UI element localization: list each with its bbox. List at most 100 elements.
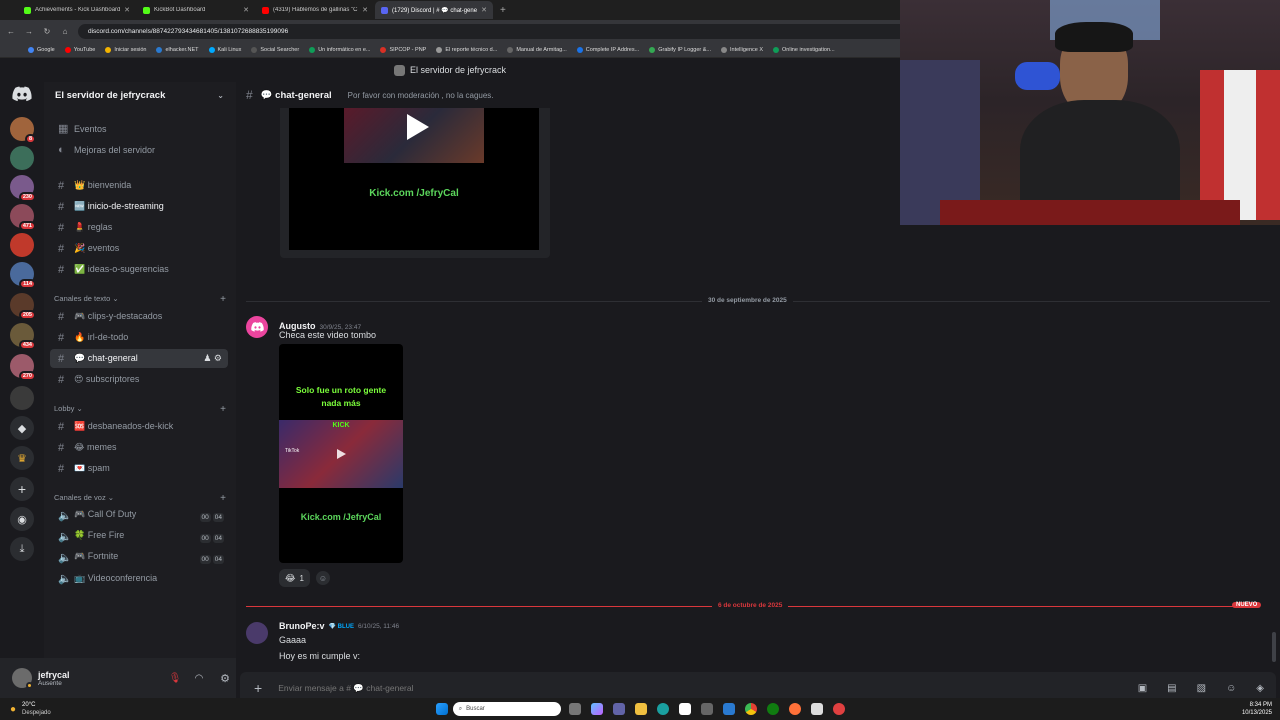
category-text-channels[interactable]: Canales de texto ⌄ + bbox=[54, 294, 226, 305]
teams-icon[interactable] bbox=[612, 703, 625, 715]
bookmark-item[interactable]: YouTube bbox=[64, 46, 95, 53]
bookmark-item[interactable]: Un informático en e... bbox=[309, 46, 370, 53]
bookmark-item[interactable]: Social Searcher bbox=[251, 46, 299, 53]
mic-muted-icon[interactable]: 🎙 bbox=[166, 673, 184, 684]
close-icon[interactable]: ✕ bbox=[243, 6, 249, 14]
bookmark-item[interactable]: Iniciar sesión bbox=[105, 46, 146, 53]
close-icon[interactable]: ✕ bbox=[362, 6, 368, 14]
browser-tab[interactable]: Achievements - Kick Dashboard ✕ bbox=[18, 1, 136, 19]
store-icon[interactable] bbox=[678, 703, 691, 715]
app-icon[interactable] bbox=[810, 703, 823, 715]
server-diamond-icon[interactable]: ◆ bbox=[10, 416, 34, 440]
gear-icon[interactable]: ⚙ bbox=[214, 353, 222, 363]
server-avatar[interactable]: 205 bbox=[10, 293, 36, 320]
add-channel-icon[interactable]: + bbox=[220, 493, 226, 504]
file-explorer-icon[interactable] bbox=[634, 703, 647, 715]
channel-subscriptores[interactable]: # 😍 subscriptores bbox=[50, 370, 228, 389]
bookmark-item[interactable]: Grabify IP Logger &... bbox=[649, 46, 711, 53]
add-reaction-icon[interactable]: ☺ bbox=[316, 571, 330, 585]
channel-spam[interactable]: # 💌 spam bbox=[50, 459, 228, 478]
vscode-icon[interactable] bbox=[722, 703, 735, 715]
add-channel-icon[interactable]: + bbox=[220, 404, 226, 415]
close-icon[interactable]: ✕ bbox=[124, 6, 130, 14]
server-avatar[interactable]: 434 bbox=[10, 323, 36, 350]
bookmark-item[interactable]: Kali Linux bbox=[208, 46, 241, 53]
browser-tab-active[interactable]: (1729) Discord | # 💬 chat-gene ✕ bbox=[375, 1, 493, 19]
edge-icon[interactable] bbox=[656, 703, 669, 715]
message-author[interactable]: BrunoPe:v bbox=[279, 621, 325, 631]
task-view-icon[interactable] bbox=[568, 703, 581, 715]
bookmark-item[interactable]: Google bbox=[28, 46, 55, 53]
bookmark-item[interactable]: elhacker.NET bbox=[156, 46, 199, 53]
gift-icon[interactable]: ▣ bbox=[1138, 683, 1147, 694]
server-avatar[interactable] bbox=[10, 146, 34, 170]
server-header[interactable]: El servidor de jefrycrack ⌄ bbox=[44, 82, 236, 108]
taskbar-search[interactable]: ⌕ Buscar bbox=[452, 702, 561, 716]
channel-desbaneados-de-kick[interactable]: # 🆘 desbaneados-de-kick bbox=[50, 417, 228, 436]
gear-icon[interactable]: ⚙ bbox=[214, 672, 236, 685]
server-avatar[interactable] bbox=[10, 386, 34, 410]
channel-clips-y-destacados[interactable]: # 🎮 clips-y-destacados bbox=[50, 307, 228, 326]
headphones-icon[interactable]: ◠ bbox=[190, 673, 208, 684]
gif-icon[interactable]: ▤ bbox=[1167, 683, 1176, 694]
url-field[interactable]: discord.com/channels/887422793434681405/… bbox=[78, 23, 958, 39]
add-member-icon[interactable]: ♟ bbox=[203, 353, 211, 363]
channel-irl-de-todo[interactable]: # 🔥 irl-de-todo bbox=[50, 328, 228, 347]
avatar[interactable] bbox=[246, 316, 268, 338]
windows-start-icon[interactable] bbox=[435, 703, 448, 715]
play-icon[interactable] bbox=[335, 448, 347, 460]
channel-bienvenida[interactable]: # 👑 bienvenida bbox=[50, 176, 228, 195]
avatar[interactable] bbox=[12, 668, 33, 689]
server-avatar[interactable]: 8 bbox=[10, 117, 36, 144]
scrollbar-thumb[interactable] bbox=[1272, 632, 1276, 662]
app-icon[interactable] bbox=[832, 703, 845, 715]
voice-channel-videoconferencia[interactable]: 🔈 📺 Videoconferencia bbox=[50, 569, 228, 588]
bookmark-item[interactable]: SIPCOP - PNP bbox=[380, 46, 426, 53]
browser-tab[interactable]: (4319) Hablemos de gallinas "C ✕ bbox=[256, 1, 374, 19]
bookmark-item[interactable]: Manual de Armitag... bbox=[507, 46, 567, 53]
discord-home-icon[interactable] bbox=[12, 86, 32, 102]
reaction-pill[interactable]: 😂 1 bbox=[279, 569, 310, 587]
channel-chat-general[interactable]: # 💬 chat-general ♟ ⚙ bbox=[50, 349, 228, 368]
channel-eventos[interactable]: # 🎉 eventos bbox=[50, 239, 228, 258]
xbox-icon[interactable] bbox=[766, 703, 779, 715]
chrome-icon[interactable] bbox=[744, 703, 757, 715]
video-embed[interactable]: Kick.com /JefryCal bbox=[280, 108, 550, 258]
bookmark-item[interactable]: Online investigation... bbox=[773, 46, 835, 53]
sidebar-item-boosts[interactable]: ◐ Mejoras del servidor bbox=[50, 140, 228, 159]
user-info[interactable]: jefrycal Ausente bbox=[38, 670, 160, 687]
emoji-icon[interactable]: ☺ bbox=[1226, 683, 1236, 694]
avatar[interactable] bbox=[246, 622, 268, 644]
server-avatar[interactable]: 114 bbox=[10, 262, 36, 289]
forward-icon[interactable]: → bbox=[24, 27, 34, 36]
bookmark-item[interactable]: Intelligence X bbox=[721, 46, 763, 53]
settings-icon[interactable] bbox=[700, 703, 713, 715]
add-attachment-icon[interactable]: + bbox=[254, 680, 262, 696]
channel-ideas-o-sugerencias[interactable]: # ✅ ideas-o-sugerencias bbox=[50, 260, 228, 279]
server-avatar[interactable]: 230 bbox=[10, 175, 36, 202]
channel-memes[interactable]: # 😂 memes bbox=[50, 438, 228, 457]
download-icon[interactable]: ⤓ bbox=[10, 537, 34, 561]
channel-inicio-de-streaming[interactable]: # 🆕 inicio-de-streaming bbox=[50, 197, 228, 216]
clock[interactable]: 8:34 PM 10/13/2025 bbox=[1242, 701, 1272, 717]
server-avatar[interactable] bbox=[10, 233, 34, 257]
play-icon[interactable] bbox=[401, 112, 431, 142]
server-crown-icon[interactable]: ♛ bbox=[10, 446, 34, 470]
bookmark-item[interactable]: El reporte técnico d... bbox=[436, 46, 497, 53]
new-tab-icon[interactable]: + bbox=[500, 5, 506, 16]
server-avatar[interactable]: 471 bbox=[10, 204, 36, 231]
message-input[interactable] bbox=[278, 683, 1122, 693]
firefox-icon[interactable] bbox=[788, 703, 801, 715]
category-lobby[interactable]: Lobby ⌄ + bbox=[54, 404, 226, 415]
add-channel-icon[interactable]: + bbox=[220, 294, 226, 305]
copilot-icon[interactable] bbox=[590, 703, 603, 715]
close-icon[interactable]: ✕ bbox=[481, 6, 487, 14]
bookmark-item[interactable]: Complete IP Addres... bbox=[576, 46, 639, 53]
activities-icon[interactable]: ◈ bbox=[1256, 683, 1264, 694]
home-icon[interactable]: ⌂ bbox=[60, 27, 70, 36]
back-icon[interactable]: ← bbox=[6, 27, 16, 36]
channel-reglas[interactable]: # 💄 reglas bbox=[50, 218, 228, 237]
sidebar-item-eventos[interactable]: ▦ Eventos bbox=[50, 119, 228, 138]
voice-channel-fortnite[interactable]: 🔈 🎮 Fortnite 00 04 bbox=[50, 548, 228, 567]
explore-icon[interactable]: ◉ bbox=[10, 507, 34, 531]
